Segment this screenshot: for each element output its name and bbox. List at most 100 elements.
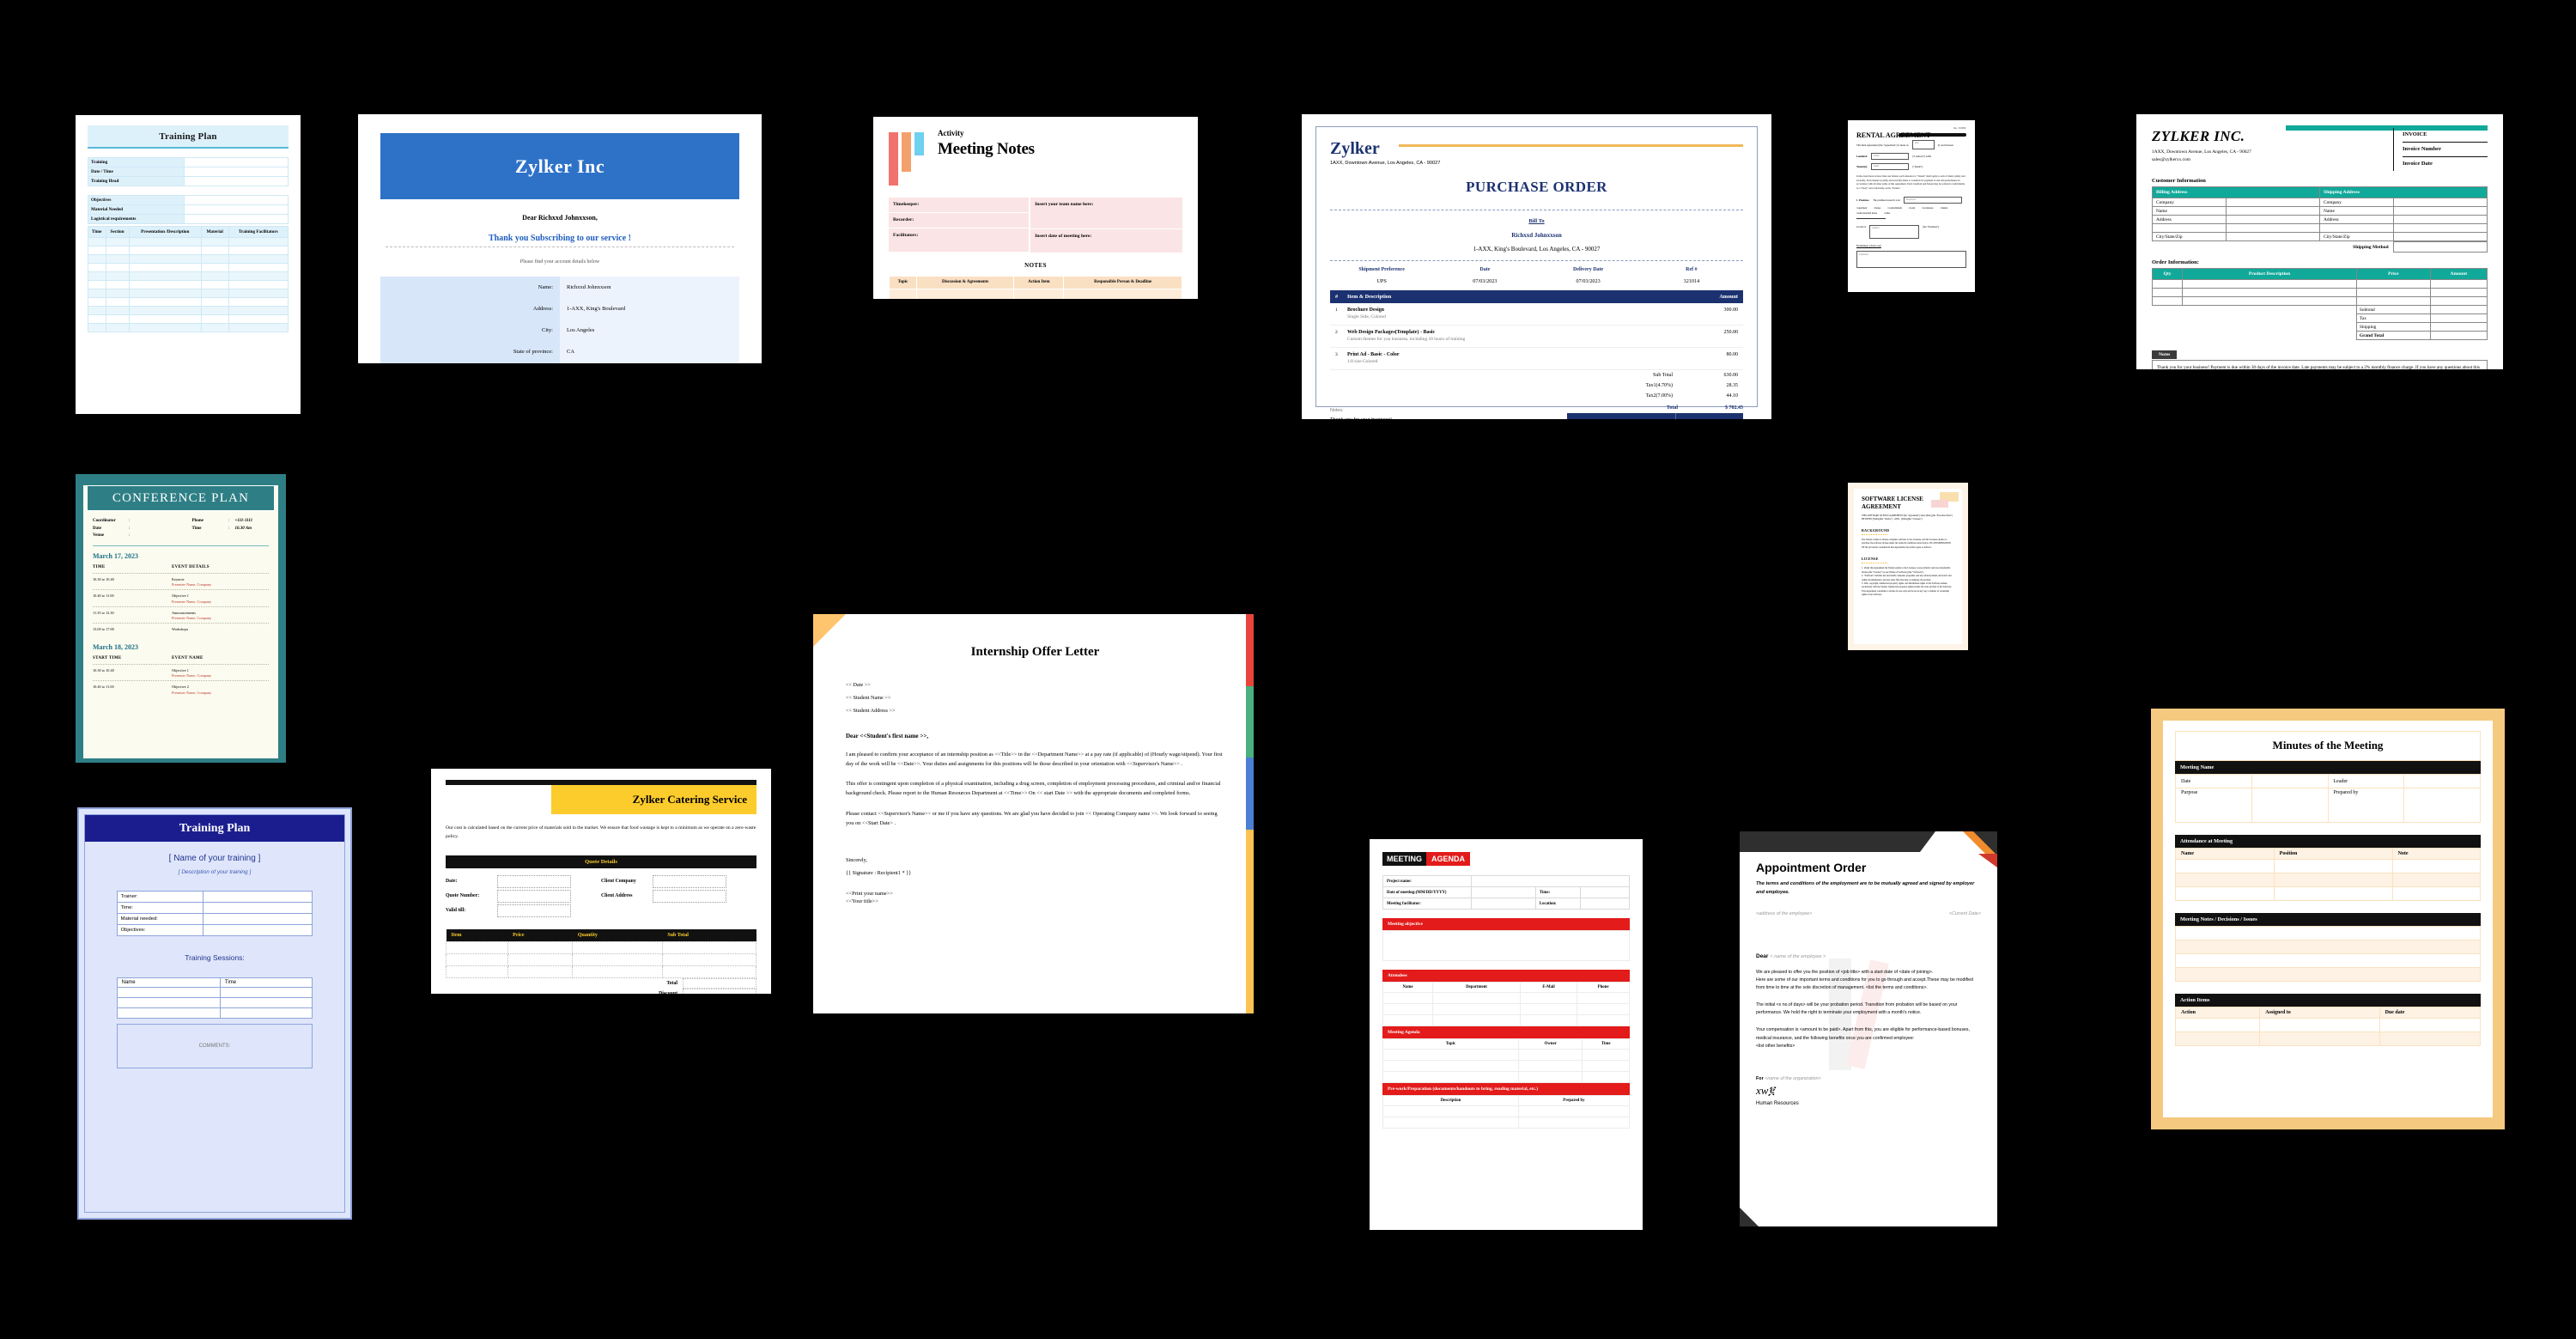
checkbox-semi-detached[interactable]: semi-detached house	[1856, 212, 1877, 215]
list-item[interactable]: 11.35 to 12.30 Announcements Presenter Nam…	[93, 606, 269, 624]
checkbox-townhouse[interactable]: townhouse	[1922, 207, 1934, 210]
field-value[interactable]	[183, 157, 289, 167]
your-title-placeholder[interactable]: <<Your title>>	[846, 898, 1224, 904]
organization-placeholder[interactable]: <name of the organization>	[1765, 1076, 1821, 1081]
field-value[interactable]	[183, 176, 289, 186]
landlord-name-input[interactable]: Name	[1871, 153, 1910, 160]
student-name-placeholder[interactable]: << Student Name >>	[846, 695, 1224, 701]
table-row[interactable]	[88, 254, 289, 265]
checkbox-condominium[interactable]: condominium	[1887, 207, 1902, 210]
table-row[interactable]	[2175, 873, 2482, 887]
table-row[interactable]	[2174, 1032, 2482, 1046]
table-row[interactable]	[88, 263, 289, 273]
valid-till-input[interactable]	[497, 904, 571, 917]
checkbox-room[interactable]: room	[1909, 207, 1915, 210]
list-item[interactable]: 13.00 to 17.00 Workshops	[93, 623, 269, 636]
training-description-placeholder[interactable]: [ Description of your training ]	[100, 869, 329, 875]
list-item[interactable]: 10.30 to 10.40 Objective 1 Presenter Name,…	[93, 663, 269, 681]
table-row[interactable]	[1382, 1071, 1630, 1083]
table-row[interactable]	[116, 1007, 313, 1019]
table-row[interactable]	[2175, 967, 2481, 982]
table-row[interactable]	[2175, 886, 2482, 901]
table-row[interactable]: Date of meeting:(MM/DD/YYYY) Time:	[1382, 886, 1631, 898]
conference-plan-card[interactable]: CONFERENCE PLAN Coordinator: Date: Venue…	[76, 474, 286, 763]
date-placeholder[interactable]: << Date >>	[846, 682, 1224, 688]
date-input[interactable]	[497, 874, 571, 888]
internship-offer-letter-card[interactable]: Internship Offer Letter << Date >> << St…	[813, 614, 1254, 1013]
checkbox-house[interactable]: house	[1874, 207, 1880, 210]
meeting-agenda-card[interactable]: MEETING AGENDA Project name: Date of meet…	[1370, 839, 1643, 1230]
meeting-objective-input[interactable]	[1382, 930, 1630, 961]
table-row[interactable]: Date Leader	[2175, 774, 2481, 788]
table-row[interactable]	[116, 997, 313, 1008]
table-row[interactable]: Company Company	[2152, 198, 2488, 207]
table-row[interactable]	[1382, 1003, 1630, 1015]
invoice-number-label[interactable]: Invoice Number	[2403, 143, 2488, 157]
client-address-input[interactable]	[653, 889, 726, 903]
employee-name-placeholder[interactable]: < name of the employee >	[1770, 954, 1826, 959]
shipping-method-input[interactable]	[2392, 241, 2488, 253]
quote-number-input[interactable]	[497, 889, 571, 903]
zylker-welcome-letter-card[interactable]: Zylker Inc Dear Richxxd Johnxxson, Thank…	[358, 114, 762, 363]
meeting-notes-card[interactable]: Activity Meeting Notes Timekeeper: Recor…	[873, 117, 1198, 299]
premises-address-input[interactable]: Address	[1869, 225, 1920, 239]
table-row[interactable]	[446, 965, 757, 978]
table-row[interactable]: 1 Brochure Design Single Side, Colored 30…	[1330, 303, 1743, 326]
table-row[interactable]	[88, 289, 289, 299]
recorder-field[interactable]: Recorder:	[889, 213, 1030, 228]
table-row[interactable]	[889, 289, 1182, 299]
table-row[interactable]	[1382, 1014, 1630, 1026]
field-value[interactable]	[183, 204, 289, 215]
table-row[interactable]	[446, 940, 757, 954]
software-license-card[interactable]: SOFTWARE LICENSE AGREEMENT THIS SOFTWARE…	[1848, 483, 1968, 650]
table-row[interactable]	[88, 297, 289, 307]
meta-value[interactable]: +111-1111	[235, 519, 253, 523]
table-row[interactable]	[446, 953, 757, 966]
premises-type-dropdown[interactable]: Dropdown	[1903, 197, 1962, 204]
table-row[interactable]	[2175, 859, 2482, 873]
table-row[interactable]	[88, 323, 289, 333]
comments-box[interactable]: COMMENTS:	[116, 1024, 313, 1068]
premises-type-checkboxes[interactable]: apartment house condominium room townhou…	[1856, 207, 1966, 215]
table-row[interactable]	[2151, 296, 2488, 306]
zylker-invoice-card[interactable]: ZYLKER INC. 1AXX, Downtown Avenue, Los A…	[2136, 114, 2503, 369]
minutes-of-meeting-card[interactable]: Minutes of the Meeting Meeting Name Date…	[2151, 709, 2505, 1129]
table-row[interactable]: Objectives:	[116, 924, 313, 936]
table-row[interactable]: Address Address	[2152, 215, 2488, 224]
table-row[interactable]: Material needed:	[116, 913, 313, 925]
table-row[interactable]: Project name:	[1382, 875, 1630, 887]
training-plan-purple-card[interactable]: Training Plan [ Name of your training ] …	[77, 807, 352, 1220]
table-row[interactable]	[116, 987, 313, 998]
timekeeper-field[interactable]: Timekeeper:	[889, 198, 1030, 213]
table-row[interactable]	[2175, 940, 2481, 954]
meeting-date-field[interactable]: Insert date of meeting here:	[1030, 229, 1182, 253]
training-plan-blue-card[interactable]: Training Plan Training Date / Time Train…	[76, 115, 301, 414]
table-row[interactable]: Meeting facilitator: Location:	[1382, 898, 1631, 910]
student-address-placeholder[interactable]: << Student Address >>	[846, 708, 1224, 714]
purchase-order-card[interactable]: Zylker 1AXX, Downtown Avenue, Los Angele…	[1302, 114, 1771, 419]
print-name-placeholder[interactable]: <<Print your name>>	[846, 890, 1224, 898]
table-row[interactable]	[88, 237, 289, 247]
table-row[interactable]	[1382, 1105, 1631, 1117]
field-value[interactable]	[183, 195, 289, 205]
table-row[interactable]: Purpose Prepared by	[2175, 788, 2481, 823]
table-row[interactable]: Trainer:	[116, 891, 313, 903]
table-row[interactable]: Name Name	[2152, 206, 2488, 216]
table-row[interactable]	[88, 271, 289, 282]
checkbox-apartment[interactable]: apartment	[1856, 207, 1868, 210]
table-row[interactable]	[2175, 953, 2481, 968]
facilitators-field[interactable]: Facilitators:	[889, 228, 1030, 252]
current-date-placeholder[interactable]: <Current Date>	[1949, 911, 1981, 916]
table-row[interactable]: 2 Web Design Packages(Template) - Basic C…	[1330, 326, 1743, 349]
invoice-date-label[interactable]: Invoice Date	[2403, 157, 2488, 171]
client-company-input[interactable]	[653, 874, 726, 888]
checkbox-other[interactable]: other	[1884, 212, 1891, 215]
table-row[interactable]	[2152, 223, 2488, 233]
table-row[interactable]	[1382, 1060, 1630, 1072]
table-row[interactable]: Time:	[116, 902, 313, 914]
field-value[interactable]	[183, 214, 289, 224]
table-row[interactable]	[88, 314, 289, 325]
table-row[interactable]: 3 Print Ad - Basic - Color 1/8 size Color…	[1330, 348, 1743, 371]
field-value[interactable]	[183, 167, 289, 177]
list-item[interactable]: 10.40 to 11.00 Objective 2 Presenter Name,…	[93, 680, 269, 697]
